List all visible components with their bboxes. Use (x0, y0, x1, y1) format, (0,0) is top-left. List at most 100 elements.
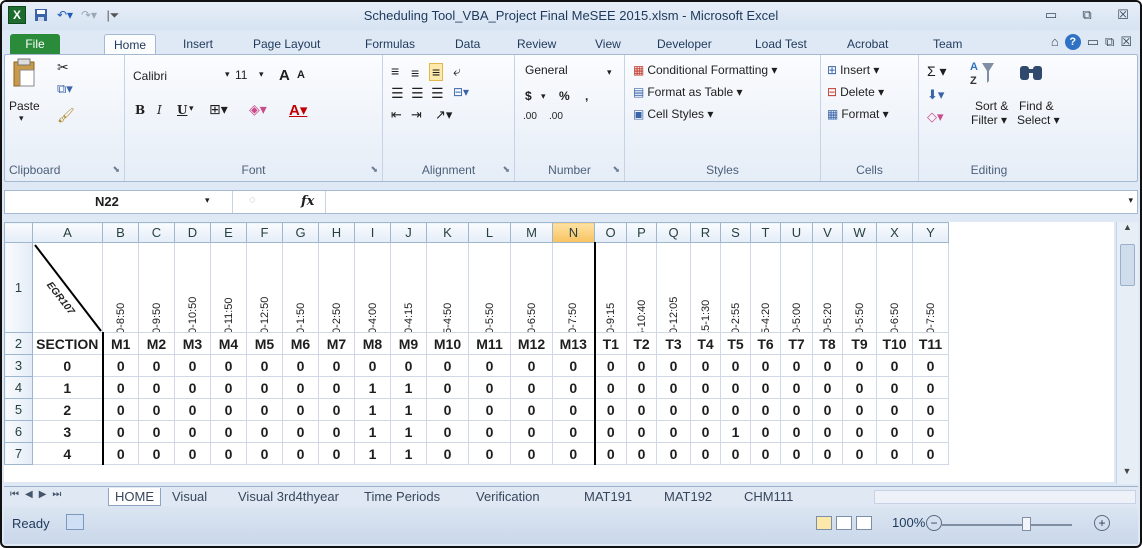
tab-page-layout[interactable]: Page Layout (244, 34, 329, 54)
schedule-cell[interactable]: 0 (468, 442, 511, 465)
underline-button[interactable]: U (177, 103, 187, 117)
schedule-cell[interactable]: 0 (876, 398, 913, 421)
borders-icon[interactable]: ⊞▾ (209, 101, 228, 118)
underline-dropdown-icon[interactable]: ▾ (189, 103, 194, 114)
collapse-ribbon-icon[interactable]: ⌂ (1051, 34, 1059, 50)
schedule-cell[interactable]: 0 (282, 398, 319, 421)
schedule-cell[interactable]: 0 (246, 398, 283, 421)
schedule-cell[interactable]: 0 (912, 398, 949, 421)
comma-button[interactable]: , (585, 89, 588, 103)
time-slot-cell[interactable]: 5:00-5:20 (812, 242, 843, 333)
time-slot-cell[interactable]: 6:00-6:50 (876, 242, 913, 333)
schedule-cell[interactable]: 0 (426, 420, 469, 443)
schedule-cell[interactable]: 0 (174, 420, 211, 443)
column-header-a[interactable]: A (32, 222, 103, 243)
time-slot-cell[interactable]: 4:00-4:15 (390, 242, 427, 333)
time-slot-cell[interactable]: 1:30-2:55 (720, 242, 751, 333)
time-slot-cell[interactable]: 10:40-12:05 (656, 242, 691, 333)
tab-acrobat[interactable]: Acrobat (838, 34, 897, 54)
schedule-cell[interactable]: 0 (876, 442, 913, 465)
page-break-view-icon[interactable] (856, 516, 872, 530)
schedule-cell[interactable]: 0 (750, 442, 781, 465)
schedule-cell[interactable]: 0 (174, 398, 211, 421)
schedule-cell[interactable]: 1 (354, 420, 391, 443)
column-header-y[interactable]: Y (912, 222, 949, 243)
schedule-cell[interactable]: 0 (210, 354, 247, 377)
clear-icon[interactable]: ◇▾ (927, 109, 944, 125)
schedule-cell[interactable]: 0 (593, 354, 627, 377)
schedule-cell[interactable]: 0 (318, 442, 355, 465)
row-header[interactable]: 1 (4, 242, 33, 333)
period-header-cell[interactable]: T11 (912, 332, 949, 355)
time-slot-cell[interactable]: 12:00-12:50 (246, 242, 283, 333)
schedule-cell[interactable]: 0 (468, 398, 511, 421)
period-header-cell[interactable]: T7 (780, 332, 813, 355)
period-header-cell[interactable]: T8 (812, 332, 843, 355)
orientation-icon[interactable]: ↗▾ (435, 107, 452, 123)
schedule-cell[interactable]: 0 (138, 376, 175, 399)
fill-color-icon[interactable]: ◈▾ (249, 101, 267, 118)
sheet-tab-mat192[interactable]: MAT192 (658, 488, 718, 506)
schedule-cell[interactable]: 1 (390, 376, 427, 399)
select-label[interactable]: Select ▾ (1017, 113, 1060, 127)
schedule-cell[interactable]: 0 (626, 442, 657, 465)
column-header-k[interactable]: K (426, 222, 469, 243)
time-slot-cell[interactable]: 3:05-4:20 (750, 242, 781, 333)
shrink-font-button[interactable]: A (297, 69, 305, 81)
schedule-cell[interactable]: 0 (138, 354, 175, 377)
column-header-g[interactable]: G (282, 222, 319, 243)
schedule-cell[interactable]: 0 (876, 376, 913, 399)
schedule-cell[interactable]: 0 (282, 376, 319, 399)
vertical-scroll-thumb[interactable] (1120, 244, 1135, 286)
cut-icon[interactable]: ✂ (57, 59, 69, 76)
schedule-cell[interactable]: 0 (318, 398, 355, 421)
schedule-cell[interactable]: 0 (282, 442, 319, 465)
section-number-cell[interactable]: 2 (32, 398, 104, 421)
number-format-combo[interactable]: General (521, 61, 617, 81)
schedule-cell[interactable]: 0 (468, 354, 511, 377)
zoom-slider-thumb[interactable] (1022, 517, 1031, 531)
period-header-cell[interactable]: M11 (468, 332, 511, 355)
column-header-u[interactable]: U (780, 222, 813, 243)
schedule-cell[interactable]: 0 (780, 420, 813, 443)
schedule-cell[interactable]: 0 (102, 398, 139, 421)
schedule-cell[interactable]: 0 (593, 420, 627, 443)
column-header-q[interactable]: Q (656, 222, 691, 243)
schedule-cell[interactable]: 0 (138, 398, 175, 421)
font-name-dropdown-icon[interactable]: ▾ (225, 69, 230, 80)
copy-icon[interactable]: ⧉▾ (57, 81, 73, 97)
schedule-cell[interactable]: 1 (390, 442, 427, 465)
minimize-icon[interactable]: ▭ (1040, 5, 1062, 25)
restore-icon[interactable]: ⧉ (1076, 5, 1098, 25)
column-header-w[interactable]: W (842, 222, 877, 243)
insert-function-icon[interactable]: fx (301, 194, 314, 209)
time-slot-cell[interactable]: 10:00-10:50 (174, 242, 211, 333)
schedule-cell[interactable]: 0 (510, 376, 553, 399)
column-header-i[interactable]: I (354, 222, 391, 243)
time-slot-cell[interactable]: 6:00-6:50 (510, 242, 553, 333)
row-header[interactable]: 2 (4, 332, 33, 355)
find-select-icon[interactable] (1017, 59, 1045, 87)
name-box[interactable]: N22 (5, 191, 233, 213)
column-header-o[interactable]: O (594, 222, 627, 243)
top-align-icon[interactable]: ≡ (391, 63, 399, 79)
sheet-tab-home[interactable]: HOME (108, 488, 161, 506)
period-header-cell[interactable]: M8 (354, 332, 391, 355)
column-header-c[interactable]: C (138, 222, 175, 243)
paste-dropdown-icon[interactable]: ▾ (19, 113, 24, 124)
schedule-cell[interactable]: 0 (842, 398, 877, 421)
schedule-cell[interactable]: 0 (138, 420, 175, 443)
period-header-cell[interactable]: M3 (174, 332, 211, 355)
sheet-tab-visual-3rd4thyear[interactable]: Visual 3rd4thyear (232, 488, 345, 506)
column-header-n[interactable]: N (552, 222, 595, 243)
schedule-cell[interactable]: 0 (656, 442, 691, 465)
schedule-cell[interactable]: 0 (842, 442, 877, 465)
tab-insert[interactable]: Insert (174, 34, 222, 54)
schedule-cell[interactable]: 0 (750, 376, 781, 399)
schedule-cell[interactable]: 0 (552, 442, 595, 465)
italic-button[interactable]: I (157, 103, 162, 117)
increase-decimal-button[interactable]: .00 (523, 111, 537, 122)
schedule-cell[interactable]: 0 (720, 376, 751, 399)
period-header-cell[interactable]: M9 (390, 332, 427, 355)
font-launcher-icon[interactable]: ⬊ (370, 164, 378, 175)
